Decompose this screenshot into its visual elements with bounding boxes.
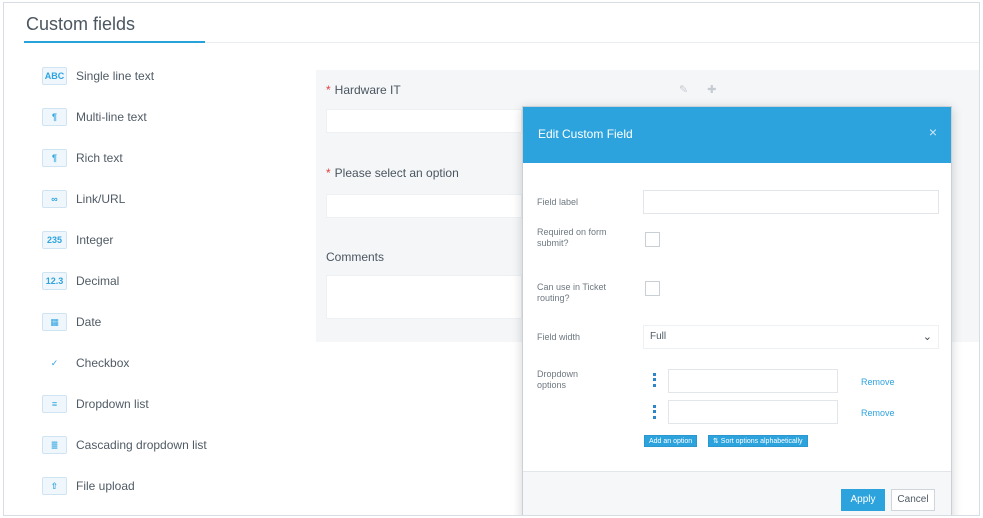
required-checkbox[interactable]: [645, 232, 660, 247]
palette-item-label: Single line text: [76, 69, 155, 83]
field-label-comments[interactable]: Comments: [326, 250, 384, 264]
routing-checkbox[interactable]: [645, 281, 660, 296]
sort-options-button[interactable]: ⇅ Sort options alphabetically: [708, 435, 808, 447]
palette-item-checkbox[interactable]: ✓ Checkbox: [42, 352, 282, 374]
chevron-down-icon: ⌄: [922, 331, 932, 343]
field-label-input[interactable]: [643, 190, 939, 214]
dropdown-icon: ≡: [42, 395, 67, 413]
rich-text-icon: ¶: [42, 149, 67, 167]
palette-item-label: Link/URL: [76, 192, 126, 206]
add-option-button[interactable]: Add an option: [644, 435, 698, 447]
decimal-icon: 12.3: [42, 272, 67, 290]
palette-item-link-url[interactable]: ∞ Link/URL: [42, 188, 282, 210]
close-icon[interactable]: ×: [929, 124, 937, 140]
palette-item-date[interactable]: ▦ Date: [42, 311, 282, 333]
dialog-header: Edit Custom Field ×: [523, 107, 951, 163]
dialog-footer: Apply Cancel: [523, 471, 951, 515]
drag-handle-icon[interactable]: [653, 373, 656, 387]
field-edit-tools-icon[interactable]: ✎ ✚: [679, 83, 725, 96]
field-label-hardware-it[interactable]: * Hardware IT: [326, 83, 401, 97]
palette-item-label: Dropdown list: [76, 397, 149, 411]
palette-item-file-upload[interactable]: ⇧ File upload: [42, 475, 282, 497]
cascading-dropdown-icon: ≣: [42, 436, 67, 454]
palette-item-cascading-dropdown-list[interactable]: ≣ Cascading dropdown list: [42, 434, 282, 456]
palette-item-label: File upload: [76, 479, 135, 493]
field-width-value: Full: [650, 331, 667, 342]
field-label-label: Field label: [537, 197, 579, 207]
paragraph-icon: ¶: [42, 108, 67, 126]
checkbox-icon: ✓: [50, 357, 59, 368]
remove-option-link[interactable]: Remove: [861, 408, 895, 418]
comments-textarea[interactable]: [326, 275, 522, 319]
required-marker: *: [326, 83, 331, 97]
field-width-select[interactable]: Full ⌄: [643, 325, 939, 349]
cancel-button[interactable]: Cancel: [891, 489, 935, 511]
routing-label: Can use in Ticket routing?: [537, 282, 607, 303]
dialog-title: Edit Custom Field: [538, 127, 633, 141]
hardware-it-input[interactable]: [326, 109, 522, 133]
palette-item-single-line-text[interactable]: ABC Single line text: [42, 65, 282, 87]
integer-icon: 235: [42, 231, 67, 249]
palette-item-label: Integer: [76, 233, 114, 247]
file-upload-icon: ⇧: [42, 477, 67, 495]
link-icon: ∞: [42, 190, 67, 208]
palette-item-label: Rich text: [76, 151, 123, 165]
field-width-label: Field width: [537, 332, 581, 342]
field-label-please-select[interactable]: * Please select an option: [326, 166, 459, 180]
palette-item-rich-text[interactable]: ¶ Rich text: [42, 147, 282, 169]
palette-item-multi-line-text[interactable]: ¶ Multi-line text: [42, 106, 282, 128]
palette-item-label: Checkbox: [76, 356, 130, 370]
text-abc-icon: ABC: [42, 67, 67, 85]
drag-handle-icon[interactable]: [653, 405, 656, 419]
custom-fields-panel: Custom fields ABC Single line text ¶ Mul…: [3, 2, 980, 516]
apply-button[interactable]: Apply: [841, 489, 885, 511]
edit-custom-field-dialog: Edit Custom Field × Field label Required…: [522, 106, 952, 515]
required-label: Required on form submit?: [537, 227, 607, 248]
calendar-icon: ▦: [42, 313, 67, 331]
remove-option-link[interactable]: Remove: [861, 377, 895, 387]
dropdown-option-input[interactable]: [668, 400, 838, 424]
required-marker: *: [326, 166, 331, 180]
palette-item-dropdown-list[interactable]: ≡ Dropdown list: [42, 393, 282, 415]
dropdown-options-label: Dropdown options: [537, 369, 579, 390]
page-title: Custom fields: [26, 14, 136, 34]
palette-item-integer[interactable]: 235 Integer: [42, 229, 282, 251]
palette-item-label: Multi-line text: [76, 110, 147, 124]
palette-item-label: Cascading dropdown list: [76, 438, 207, 452]
palette-item-label: Date: [76, 315, 102, 329]
palette-item-decimal[interactable]: 12.3 Decimal: [42, 270, 282, 292]
palette-item-label: Decimal: [76, 274, 120, 288]
please-select-input[interactable]: [326, 194, 522, 218]
title-underline: [24, 41, 205, 43]
dropdown-option-input[interactable]: [668, 369, 838, 393]
